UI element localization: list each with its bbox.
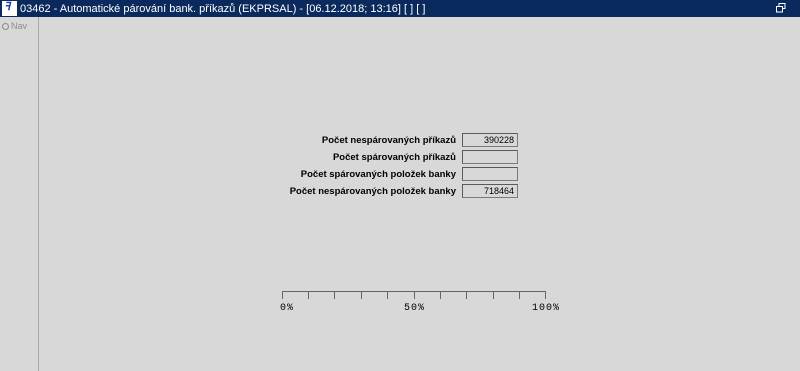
progress-label-mid: 50% (404, 303, 426, 314)
nav-icon (2, 22, 9, 30)
app-logo-icon: ꟻ (2, 1, 17, 16)
progress-tick (308, 291, 309, 299)
nav-button[interactable]: Nav (2, 21, 27, 31)
progress-tick (387, 291, 388, 299)
field-unpaired-bank-items[interactable]: 718464 (462, 184, 518, 198)
progress-tick (334, 291, 335, 299)
progress-scale: 0% 50% 100% (280, 287, 559, 317)
progress-label-end: 100% (532, 303, 561, 314)
progress-tick (440, 291, 441, 299)
label-unpaired-orders: Počet nespárovaných příkazů (321, 134, 456, 146)
progress-tick (519, 291, 520, 299)
sidebar: Nav (0, 17, 39, 371)
progress-tick (414, 291, 415, 299)
field-paired-bank-items[interactable] (462, 167, 518, 181)
restore-window-icon[interactable] (776, 3, 786, 13)
progress-tick (282, 291, 283, 299)
progress-tick (493, 291, 494, 299)
field-paired-orders[interactable] (462, 150, 518, 164)
label-paired-bank-items: Počet spárovaných položek banky (300, 168, 456, 180)
progress-label-start: 0% (280, 303, 295, 314)
progress-tick (361, 291, 362, 299)
form-row-paired-orders: Počet spárovaných příkazů (240, 149, 530, 165)
title-bar: ꟻ 03462 - Automatické párování bank. pří… (0, 0, 800, 17)
window-title: 03462 - Automatické párování bank. příka… (20, 2, 426, 15)
form-row-unpaired-orders: Počet nespárovaných příkazů 390228 (240, 132, 530, 148)
label-paired-orders: Počet spárovaných příkazů (332, 151, 456, 163)
nav-label: Nav (11, 21, 28, 31)
label-unpaired-bank-items: Počet nespárovaných položek banky (289, 185, 456, 197)
progress-tick (545, 291, 546, 299)
field-unpaired-orders[interactable]: 390228 (462, 133, 518, 147)
form-row-paired-bank-items: Počet spárovaných položek banky (240, 166, 530, 182)
form-row-unpaired-bank-items: Počet nespárovaných položek banky 718464 (240, 183, 530, 199)
progress-tick (466, 291, 467, 299)
